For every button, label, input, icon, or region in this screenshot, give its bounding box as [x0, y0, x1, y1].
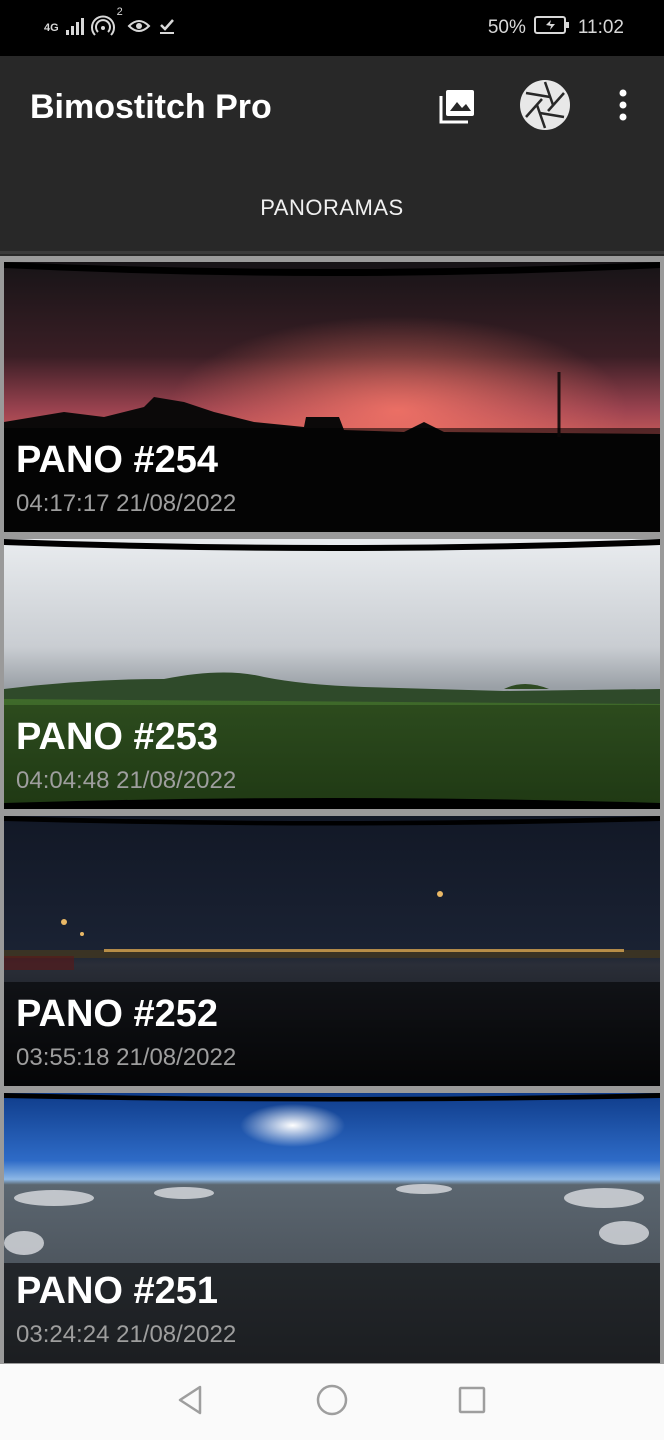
status-icons-left: 4G 2 — [44, 6, 177, 43]
pano-card[interactable]: PANO #251 03:24:24 21/08/2022 — [4, 1093, 660, 1363]
gallery-icon — [437, 87, 477, 132]
panorama-list[interactable]: PANO #254 04:17:17 21/08/2022 PANO #253 … — [0, 256, 664, 1364]
clock: 11:02 — [577, 17, 624, 38]
pano-date: 03:24:24 21/08/2022 — [16, 1321, 237, 1348]
app-bar: Bimostitch Pro PANORAMAS — [0, 56, 664, 256]
hotspot-count: 2 — [116, 5, 123, 18]
pano-card[interactable]: PANO #253 04:04:48 21/08/2022 — [4, 539, 660, 809]
pano-title: PANO #254 — [16, 439, 219, 481]
back-button[interactable] — [170, 1382, 210, 1422]
gallery-button[interactable] — [430, 82, 484, 136]
camera-shutter-icon — [519, 79, 571, 136]
pano-title: PANO #251 — [16, 1270, 219, 1312]
signal-icon — [65, 16, 85, 41]
pano-card[interactable]: PANO #252 03:55:18 21/08/2022 — [4, 816, 660, 1086]
home-icon — [316, 1384, 348, 1421]
camera-button[interactable] — [518, 79, 572, 136]
recents-icon — [457, 1385, 487, 1420]
pano-title: PANO #253 — [16, 716, 219, 758]
app-title: Bimostitch Pro — [30, 88, 272, 126]
tab-indicator — [0, 251, 664, 254]
recents-button[interactable] — [452, 1382, 492, 1422]
pano-date: 04:17:17 21/08/2022 — [16, 490, 237, 517]
home-button[interactable] — [312, 1382, 352, 1422]
more-options-button[interactable] — [596, 80, 650, 134]
back-icon — [175, 1384, 205, 1421]
network-type: 4G — [44, 22, 59, 34]
tab-panoramas[interactable]: PANORAMAS — [0, 195, 664, 221]
pano-title: PANO #252 — [16, 993, 219, 1035]
battery-icon — [533, 15, 570, 41]
download-done-icon — [157, 16, 177, 41]
pano-card[interactable]: PANO #254 04:17:17 21/08/2022 — [4, 262, 660, 532]
battery-percent: 50% — [487, 17, 526, 38]
pano-date: 04:04:48 21/08/2022 — [16, 767, 237, 794]
eye-icon — [127, 16, 151, 41]
more-vert-icon — [618, 88, 628, 127]
hotspot-icon: 2 — [90, 6, 123, 43]
status-bar: 4G 2 50% 11:02 — [0, 0, 664, 56]
navigation-bar — [0, 1364, 664, 1440]
pano-date: 03:55:18 21/08/2022 — [16, 1044, 237, 1071]
status-icons-right: 50% 11:02 — [488, 14, 624, 42]
